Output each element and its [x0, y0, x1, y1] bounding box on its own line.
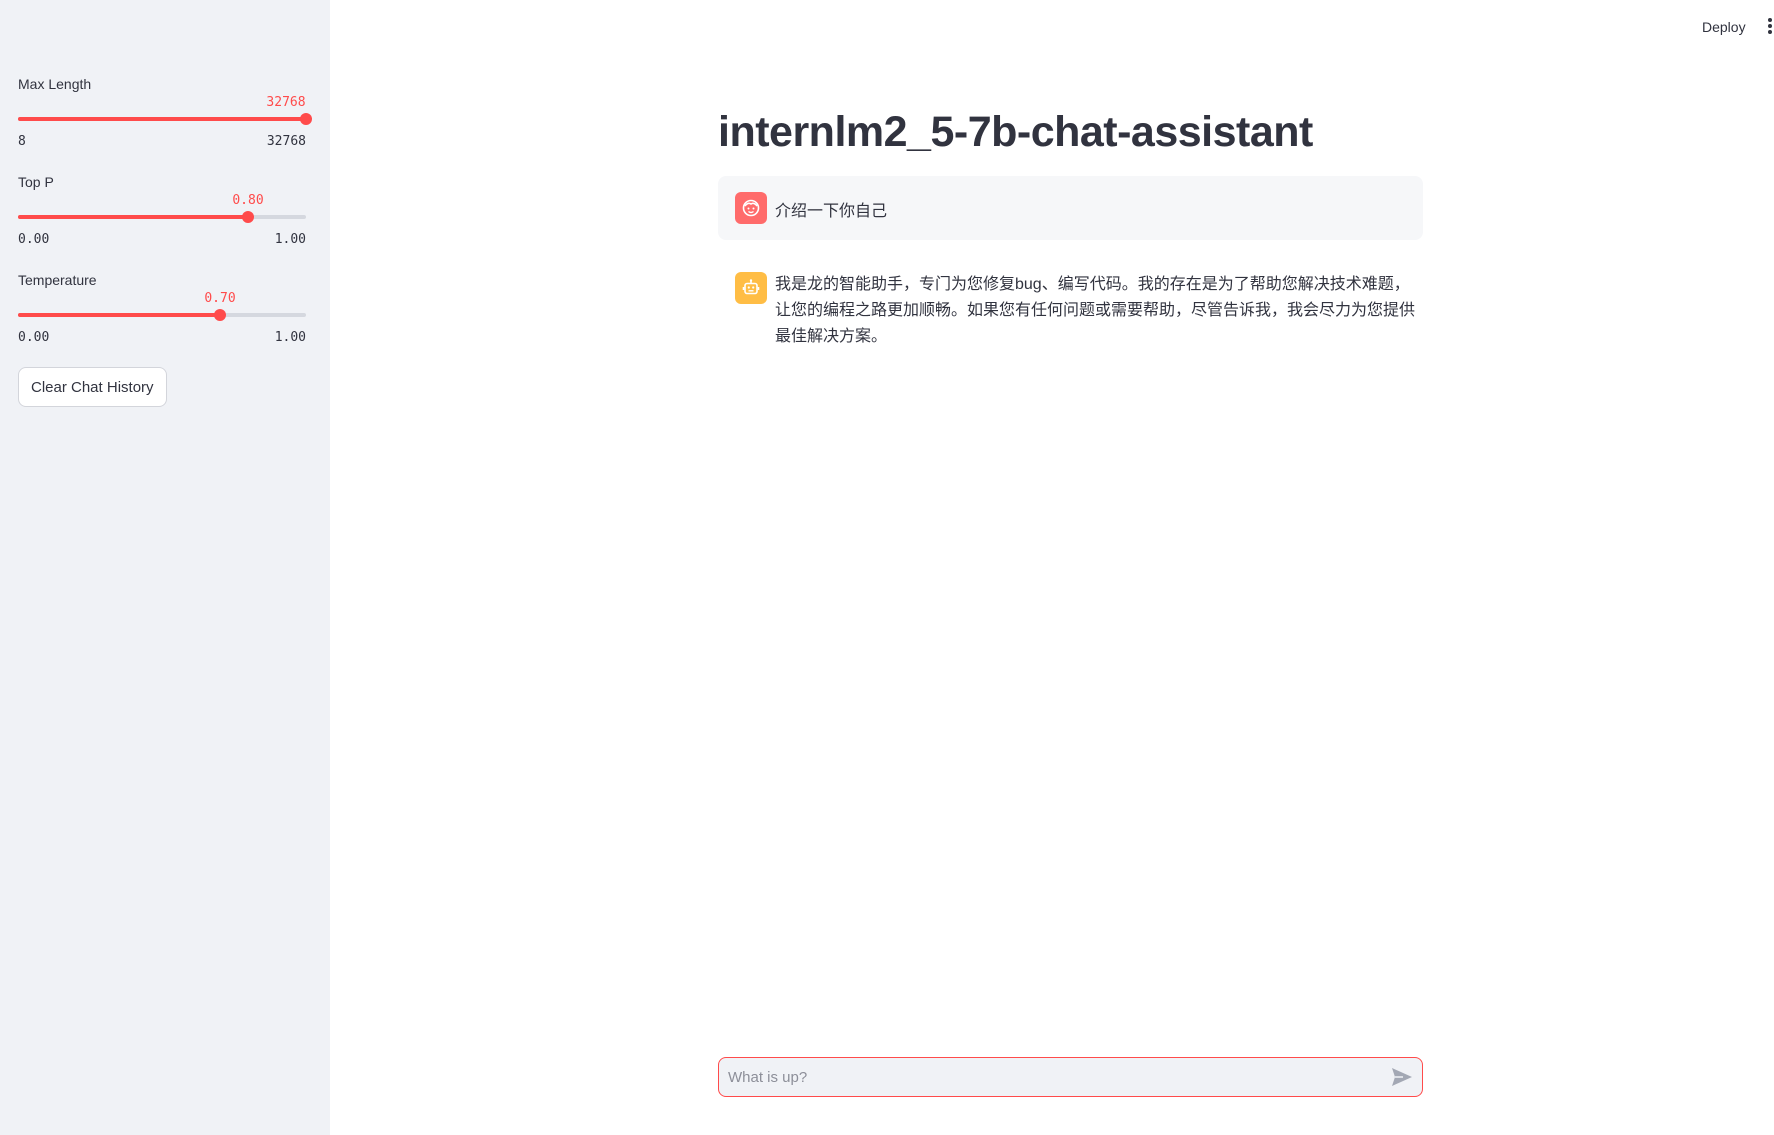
- chat-input-container: [718, 1057, 1423, 1097]
- slider-track[interactable]: [18, 309, 306, 321]
- assistant-message: 我是龙的智能助手，专门为您修复bug、编写代码。我的存在是为了帮助您解决技术难题…: [775, 276, 1416, 345]
- slider-label: Max Length: [18, 76, 92, 92]
- slider-max-label: 32768: [266, 134, 306, 149]
- sidebar: Max Length 32768 8 32768 Top P 0.80 0.00…: [0, 0, 330, 1135]
- slider-thumb[interactable]: [214, 309, 226, 321]
- message-text: 介绍一下你自己: [775, 203, 888, 220]
- slider-label: Temperature: [18, 272, 97, 288]
- slider-value: 32768: [266, 95, 306, 110]
- slider-min-label: 8: [18, 134, 26, 149]
- slider-track-fill: [18, 117, 306, 121]
- robot-icon: [735, 272, 767, 304]
- slider-min-label: 0.00: [18, 330, 50, 345]
- slider-thumb[interactable]: [300, 113, 312, 125]
- slider-track[interactable]: [18, 211, 306, 223]
- deploy-button[interactable]: Deploy: [1702, 19, 1746, 35]
- slider-value: 0.70: [204, 291, 236, 306]
- slider-value: 0.80: [232, 193, 264, 208]
- slider-max-label: 1.00: [274, 232, 306, 247]
- slider-max-label: 1.00: [274, 330, 306, 345]
- slider-min-label: 0.00: [18, 232, 50, 247]
- slider-track-fill: [18, 313, 220, 317]
- chat-input[interactable]: [728, 1058, 1368, 1096]
- slider-track[interactable]: [18, 113, 312, 125]
- send-icon[interactable]: [1391, 1067, 1413, 1087]
- user-message: 介绍一下你自己: [718, 176, 1423, 240]
- slider-thumb[interactable]: [242, 211, 254, 223]
- kebab-menu-icon[interactable]: [1767, 18, 1774, 38]
- slider-label: Top P: [18, 174, 54, 190]
- slider-track-fill: [18, 215, 248, 219]
- user-face-icon: [735, 192, 767, 224]
- page-title: internlm2_5-7b-chat-assistant: [718, 108, 1313, 156]
- clear-chat-history-button[interactable]: Clear Chat History: [18, 367, 167, 407]
